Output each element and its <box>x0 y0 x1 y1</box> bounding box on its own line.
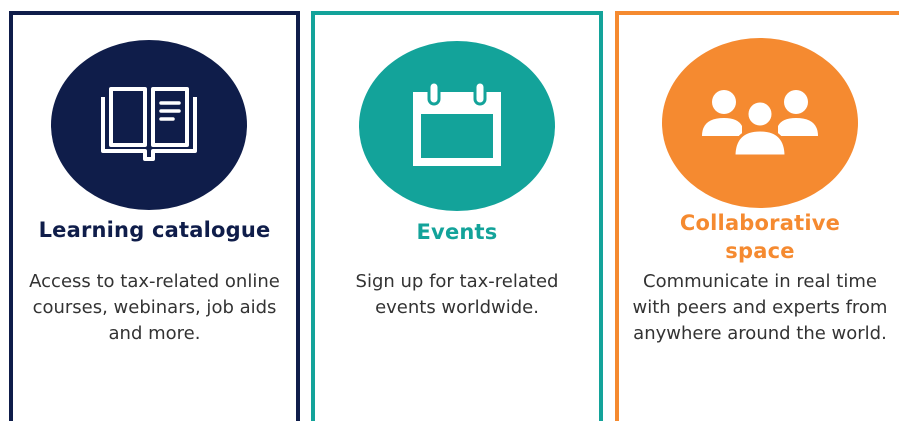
learning-catalogue-badge <box>51 40 247 210</box>
card-title: Events <box>416 220 498 244</box>
people-group-icon <box>702 90 818 158</box>
open-book-icon <box>101 87 197 161</box>
card-description: Communicate in real time with peers and … <box>632 271 888 344</box>
card-collaborative-space[interactable]: Collaborative space Communicate in real … <box>615 11 899 421</box>
card-description: Access to tax-related online courses, we… <box>29 271 280 344</box>
card-events[interactable]: Events Sign up for tax-related events wo… <box>311 11 603 421</box>
card-title: Learning catalogue <box>38 218 271 242</box>
calendar-icon <box>413 80 501 166</box>
events-badge <box>359 41 555 211</box>
card-learning-catalogue[interactable]: Learning catalogue Access to tax-related… <box>9 11 300 421</box>
collaborative-space-badge <box>662 38 858 208</box>
card-title: Collaborative space <box>679 211 841 263</box>
card-description: Sign up for tax-related events worldwide… <box>355 271 559 318</box>
